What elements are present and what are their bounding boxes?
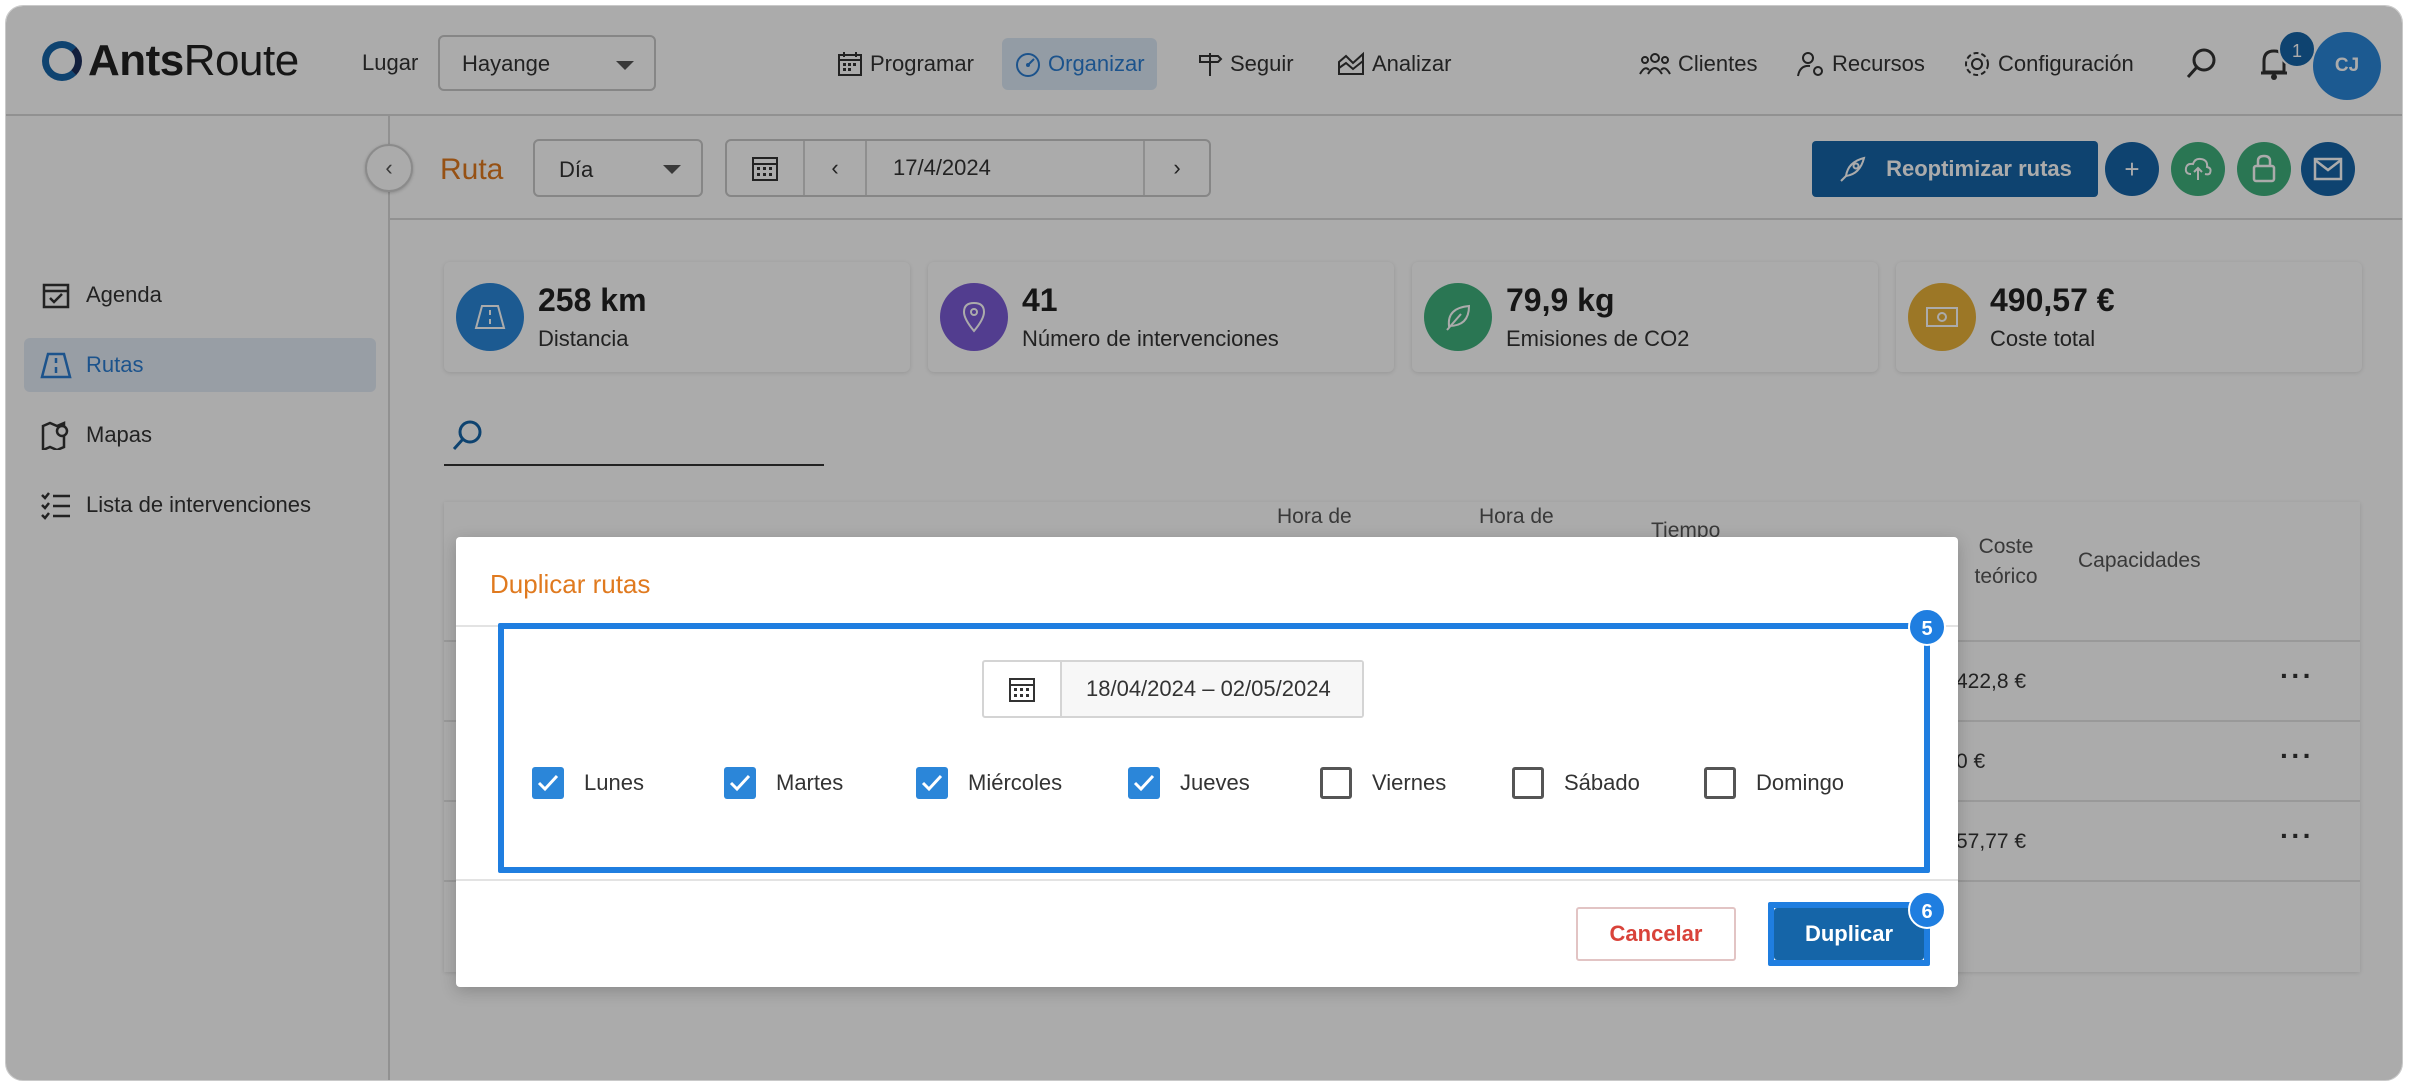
day-label: Domingo <box>1756 770 1845 795</box>
app-window: AntsRoute Lugar Hayange Programar Organi… <box>5 5 2403 1081</box>
step-badge-5: 5 <box>1908 608 1946 646</box>
day-label: Lunes <box>584 770 644 795</box>
checkbox-miercoles[interactable]: Miércoles <box>916 765 1062 801</box>
checkbox-checked-icon[interactable] <box>532 767 564 799</box>
calendar-button[interactable] <box>984 662 1062 716</box>
day-label: Martes <box>776 770 844 795</box>
day-label: Miércoles <box>968 770 1063 795</box>
checkbox-sabado[interactable]: Sábado <box>1512 765 1640 801</box>
checkbox-checked-icon[interactable] <box>916 767 948 799</box>
date-range-value[interactable]: 18/04/2024 – 02/05/2024 <box>1062 662 1362 716</box>
duplicate-routes-dialog: Duplicar rutas 5 18/04/2024 – 02/05/2024… <box>456 537 1958 987</box>
checkbox-unchecked-icon[interactable] <box>1512 767 1544 799</box>
dialog-title: Duplicar rutas <box>490 569 651 599</box>
checkbox-checked-icon[interactable] <box>724 767 756 799</box>
checkbox-martes[interactable]: Martes <box>724 765 843 801</box>
duplicate-button[interactable]: Duplicar <box>1774 908 1924 960</box>
day-label: Sábado <box>1564 770 1640 795</box>
date-range-picker[interactable]: 18/04/2024 – 02/05/2024 <box>982 660 1364 718</box>
checkbox-domingo[interactable]: Domingo <box>1704 765 1844 801</box>
checkbox-unchecked-icon[interactable] <box>1320 767 1352 799</box>
checkbox-viernes[interactable]: Viernes <box>1320 765 1446 801</box>
divider <box>456 879 1958 881</box>
cancel-button[interactable]: Cancelar <box>1576 907 1736 961</box>
calendar-icon <box>1009 678 1035 702</box>
checkbox-unchecked-icon[interactable] <box>1704 767 1736 799</box>
step-badge-6: 6 <box>1908 891 1946 929</box>
day-label: Jueves <box>1180 770 1250 795</box>
day-label: Viernes <box>1372 770 1447 795</box>
checkbox-checked-icon[interactable] <box>1128 767 1160 799</box>
checkbox-lunes[interactable]: Lunes <box>532 765 644 801</box>
checkbox-jueves[interactable]: Jueves <box>1128 765 1250 801</box>
